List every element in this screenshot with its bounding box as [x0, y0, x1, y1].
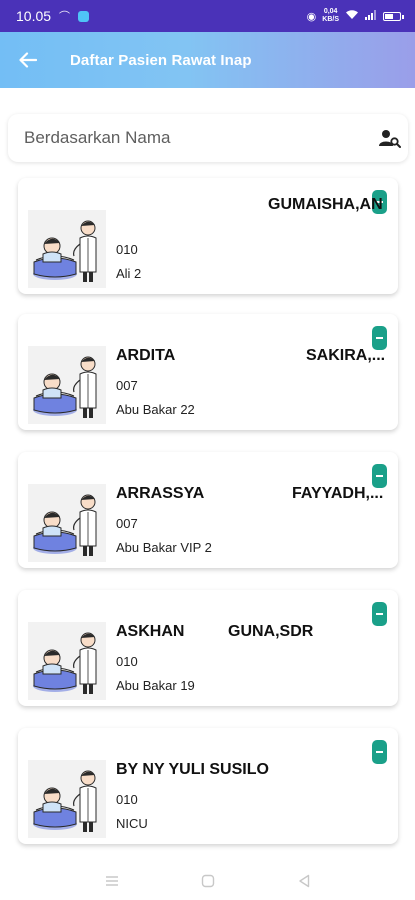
patient-room: Abu Bakar VIP 2 [116, 540, 212, 555]
patient-illustration [28, 484, 106, 562]
patient-card[interactable]: ARDITA SAKIRA,... 007 Abu Bakar 22 [18, 314, 398, 430]
status-bar-right: ◉ 0,04 KB/S [306, 8, 404, 24]
patient-name-continued: FAYYADH,... [292, 485, 384, 502]
person-search-icon[interactable] [378, 126, 402, 150]
back-button[interactable] [0, 32, 56, 88]
patient-name-continued: GUNA,SDR [228, 623, 314, 640]
status-badge [372, 602, 387, 626]
patient-code: 007 [116, 378, 138, 393]
patient-illustration [28, 760, 106, 838]
system-nav-bar [0, 862, 415, 900]
patient-name: ARRASSYA [116, 485, 205, 502]
menu-nav-icon[interactable] [104, 873, 120, 889]
network-speed-value: 0,04 [323, 8, 338, 15]
signal-icon [365, 9, 377, 23]
patient-code: 010 [116, 242, 138, 257]
patient-room: Ali 2 [116, 266, 142, 281]
patient-code: 007 [116, 516, 138, 531]
arrow-left-icon [19, 52, 37, 68]
minus-icon [376, 613, 383, 615]
patient-illustration [28, 346, 106, 424]
minus-icon [376, 751, 383, 753]
network-speed: 0,04 KB/S [322, 8, 339, 24]
patient-card[interactable]: ASKHAN GUNA,SDR 010 Abu Bakar 19 [18, 590, 398, 706]
minus-icon [376, 337, 383, 339]
battery-icon [383, 11, 404, 21]
patient-list[interactable]: GUMAISHA,AN 010 Ali 2 ARDITA SAKIRA,... 007 A… [0, 172, 415, 862]
network-speed-unit: KB/S [322, 16, 339, 23]
eye-icon: ◉ [306, 10, 317, 23]
patient-name: ARDITA [116, 347, 176, 364]
patient-name: ASKHAN [116, 623, 185, 640]
status-time: 10.05 [16, 8, 52, 24]
patient-card[interactable]: ARRASSYA FAYYADH,... 007 Abu Bakar VIP 2 [18, 452, 398, 568]
status-badge [372, 740, 387, 764]
patient-illustration [28, 210, 106, 288]
page-title: Daftar Pasien Rawat Inap [70, 51, 252, 69]
patient-room: NICU [116, 816, 148, 831]
patient-illustration [28, 622, 106, 700]
search-placeholder[interactable]: Berdasarkan Nama [24, 128, 170, 148]
back-nav-icon[interactable] [296, 873, 312, 889]
app-bar: Daftar Pasien Rawat Inap [0, 32, 415, 88]
patient-room: Abu Bakar 19 [116, 678, 195, 693]
patient-name-continued: SAKIRA,... [306, 347, 386, 364]
patient-room: Abu Bakar 22 [116, 402, 195, 417]
patient-name: BY NY YULI SUSILO [116, 761, 269, 778]
patient-card[interactable]: BY NY YULI SUSILO 010 NICU [18, 728, 398, 844]
patient-code: 010 [116, 654, 138, 669]
status-bar: 10.05 ⌒ ◉ 0,04 KB/S [0, 0, 415, 32]
patient-name-continued: GUMAISHA,AN [268, 196, 383, 213]
notification-dots-icon: ⌒ [59, 11, 71, 23]
minus-icon [376, 475, 383, 477]
app-notification-icon [78, 10, 90, 22]
patient-card[interactable]: GUMAISHA,AN 010 Ali 2 [18, 178, 398, 294]
wifi-icon [345, 9, 359, 23]
home-nav-icon[interactable] [200, 873, 216, 889]
patient-code: 010 [116, 792, 138, 807]
status-bar-left: 10.05 ⌒ [16, 8, 90, 24]
search-field[interactable]: Berdasarkan Nama [8, 114, 408, 162]
